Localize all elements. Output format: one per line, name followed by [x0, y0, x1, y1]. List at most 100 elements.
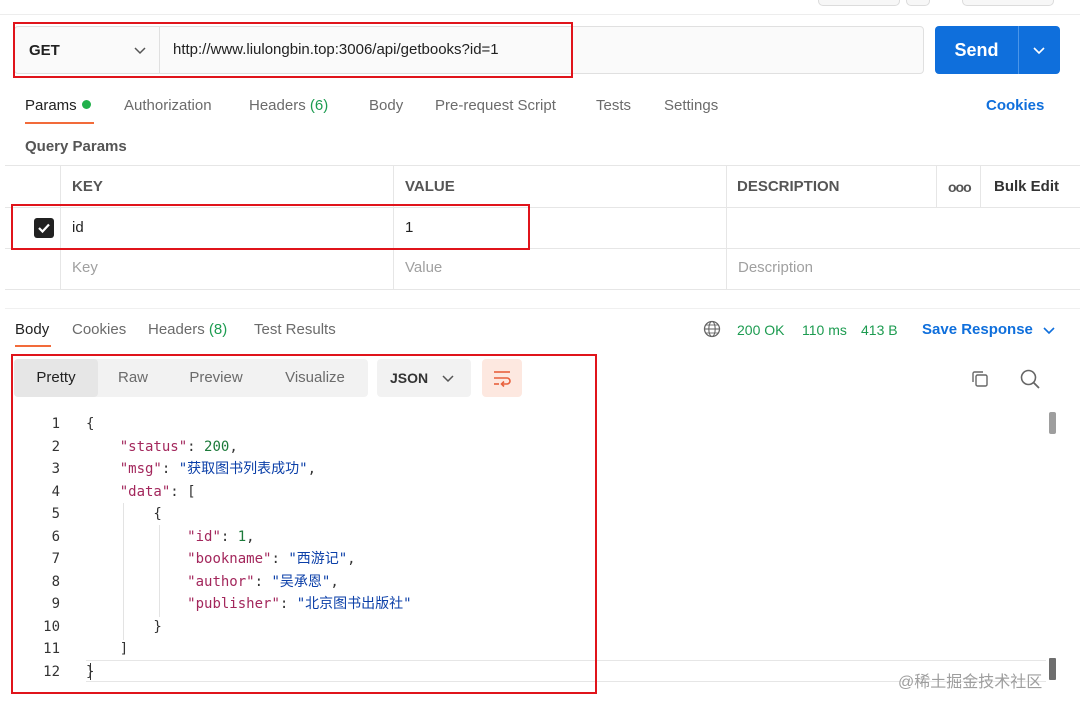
format-select[interactable]: JSON [377, 359, 471, 397]
view-pretty[interactable]: Pretty [14, 359, 98, 397]
response-body-editor[interactable]: { "status": 200, "msg": "获取图书列表成功", "dat… [86, 413, 412, 683]
table-border [726, 165, 727, 289]
tab-label: Params [25, 97, 77, 114]
view-raw[interactable]: Raw [100, 359, 166, 397]
scrollbar-end-marker[interactable] [1049, 658, 1056, 680]
tab-headers[interactable]: Headers (6) [249, 96, 328, 116]
json-string: "西游记" [288, 551, 348, 567]
checkmark-icon [38, 223, 50, 234]
param-key-input[interactable]: id [72, 218, 84, 238]
code-line: { [86, 506, 162, 522]
table-border [5, 289, 1080, 290]
view-visualize[interactable]: Visualize [272, 359, 358, 397]
send-divider [1018, 26, 1019, 74]
chevron-down-icon [442, 375, 454, 383]
chevron-down-icon[interactable] [1032, 43, 1046, 57]
code-line: ] [86, 641, 129, 657]
line-number: 9 [51, 596, 60, 612]
line-number: 10 [43, 618, 60, 635]
method-select[interactable]: GET [14, 26, 160, 74]
chevron-down-icon [134, 47, 146, 55]
section-divider [5, 308, 1080, 309]
param-description-input[interactable] [737, 218, 1037, 238]
code-line: } [86, 618, 162, 635]
globe-icon[interactable] [703, 320, 721, 338]
more-options-icon[interactable]: ooo [948, 178, 972, 196]
table-border [5, 207, 1080, 208]
line-number: 2 [51, 438, 60, 455]
new-param-value-input[interactable]: Value [405, 258, 442, 278]
table-border [980, 165, 981, 207]
code-line: "author": "吴承恩", [187, 573, 339, 590]
code-line: } [86, 661, 412, 684]
line-number: 4 [51, 483, 60, 500]
url-input[interactable]: http://www.liulongbin.top:3006/api/getbo… [173, 26, 499, 74]
tab-pre-request-script[interactable]: Pre-request Script [435, 96, 556, 116]
line-number: 1 [51, 416, 60, 432]
column-header-value: VALUE [405, 178, 455, 195]
response-status[interactable]: 200 OK [737, 320, 784, 340]
watermark: @稀土掘金技术社区 [898, 674, 1043, 691]
tab-underline [25, 122, 94, 124]
view-preview[interactable]: Preview [176, 359, 256, 397]
highlight-box-params [11, 204, 530, 250]
code-line: "bookname": "西游记", [187, 551, 356, 567]
tab-tests[interactable]: Tests [596, 96, 631, 116]
bulk-edit-button[interactable]: Bulk Edit [994, 178, 1059, 196]
tab-label: Headers [148, 321, 205, 338]
wrap-lines-button[interactable] [482, 359, 522, 397]
json-string: "获取图书列表成功" [178, 461, 308, 477]
search-icon[interactable] [1019, 368, 1041, 390]
format-label: JSON [390, 370, 429, 386]
line-number: 8 [51, 573, 60, 590]
param-value-input[interactable]: 1 [405, 218, 413, 238]
scrollbar-thumb[interactable] [1049, 412, 1056, 434]
tab-body[interactable]: Body [369, 96, 403, 116]
table-border [5, 165, 1080, 166]
line-number: 7 [51, 551, 60, 567]
tab-label: Headers [249, 97, 306, 114]
tab-settings[interactable]: Settings [664, 96, 718, 116]
top-strip [0, 0, 1080, 15]
top-pill [962, 0, 1054, 6]
response-tab-headers[interactable]: Headers (8) [148, 320, 227, 340]
json-key: "data" [119, 483, 171, 500]
tab-authorization[interactable]: Authorization [124, 96, 212, 116]
json-string: "北京图书出版社" [296, 596, 412, 612]
code-line: "publisher": "北京图书出版社" [187, 596, 412, 612]
response-tab-test-results[interactable]: Test Results [254, 320, 336, 340]
send-button[interactable]: Send [935, 26, 1060, 74]
cookies-link[interactable]: Cookies [986, 96, 1044, 116]
tab-params[interactable]: Params [25, 96, 91, 116]
line-number: 6 [51, 528, 60, 545]
line-number: 5 [51, 506, 60, 522]
line-number: 12 [43, 663, 60, 680]
table-border [5, 248, 1080, 249]
top-pill [906, 0, 930, 6]
response-tab-body[interactable]: Body [15, 320, 49, 340]
copy-icon[interactable] [970, 369, 990, 389]
table-border [393, 165, 394, 289]
params-active-dot [81, 100, 91, 109]
new-param-description-input[interactable]: Description [738, 258, 813, 278]
json-key: "author" [187, 573, 255, 590]
code-line: "status": 200, [119, 438, 238, 455]
response-size[interactable]: 413 B [861, 320, 898, 340]
column-header-key: KEY [72, 178, 103, 195]
json-key: "msg" [119, 461, 162, 477]
top-pill [818, 0, 900, 6]
json-number: 200 [204, 438, 230, 455]
tab-underline [15, 345, 51, 347]
param-enabled-checkbox[interactable] [34, 218, 54, 238]
response-time[interactable]: 110 ms [802, 320, 847, 340]
save-response-label: Save Response [922, 321, 1033, 338]
new-param-key-input[interactable]: Key [72, 258, 98, 278]
json-key: "status" [119, 438, 188, 455]
response-tab-cookies[interactable]: Cookies [72, 320, 126, 340]
json-key: "publisher" [187, 596, 280, 612]
headers-count: (6) [309, 97, 329, 114]
json-number: 1 [237, 528, 247, 545]
text-cursor [90, 663, 91, 680]
save-response-button[interactable]: Save Response [922, 320, 1055, 340]
method-label: GET [29, 41, 60, 59]
